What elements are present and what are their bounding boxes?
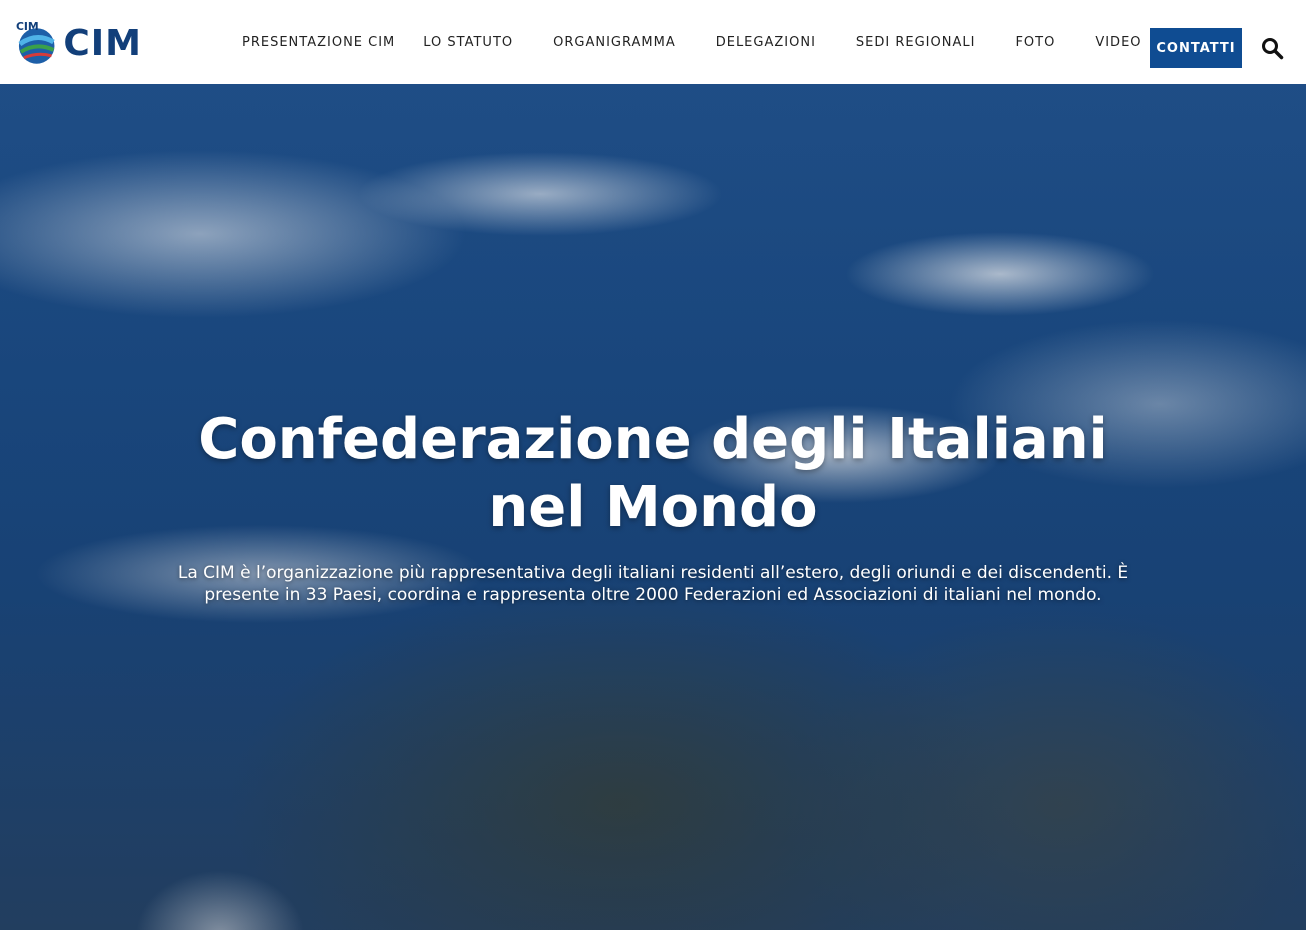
site-header: CIM CIM PRESENTAZIONE CIM LO STATUTO ORG… xyxy=(0,0,1306,84)
nav-delegazioni[interactable]: DELEGAZIONI xyxy=(716,35,816,50)
hero-section: Confederazione degli Italiani nel Mondo … xyxy=(0,84,1306,930)
main-nav: PRESENTAZIONE CIM LO STATUTO ORGANIGRAMM… xyxy=(242,0,1170,84)
nav-organigramma[interactable]: ORGANIGRAMMA xyxy=(553,35,676,50)
hero-subtitle: La CIM è l’organizzazione più rappresent… xyxy=(177,563,1129,605)
nav-video[interactable]: VIDEO xyxy=(1095,35,1141,50)
hero-title-line-2: nel Mondo xyxy=(488,475,818,540)
globe-logo-icon: CIM xyxy=(16,20,55,64)
cim-logo[interactable]: CIM CIM xyxy=(12,18,142,68)
nav-presentazione-cim[interactable]: PRESENTAZIONE CIM xyxy=(242,35,395,50)
contatti-button[interactable]: CONTATTI xyxy=(1150,28,1242,68)
logo-wordmark: CIM xyxy=(63,22,142,64)
hero-title-line-1: Confederazione degli Italiani xyxy=(198,407,1108,472)
hero-title: Confederazione degli Italiani nel Mondo xyxy=(150,406,1156,542)
nav-sedi-regionali[interactable]: SEDI REGIONALI xyxy=(856,35,976,50)
nav-foto[interactable]: FOTO xyxy=(1015,35,1055,50)
nav-lo-statuto[interactable]: LO STATUTO xyxy=(423,35,513,50)
search-icon[interactable] xyxy=(1260,36,1284,60)
svg-text:CIM: CIM xyxy=(16,20,39,33)
